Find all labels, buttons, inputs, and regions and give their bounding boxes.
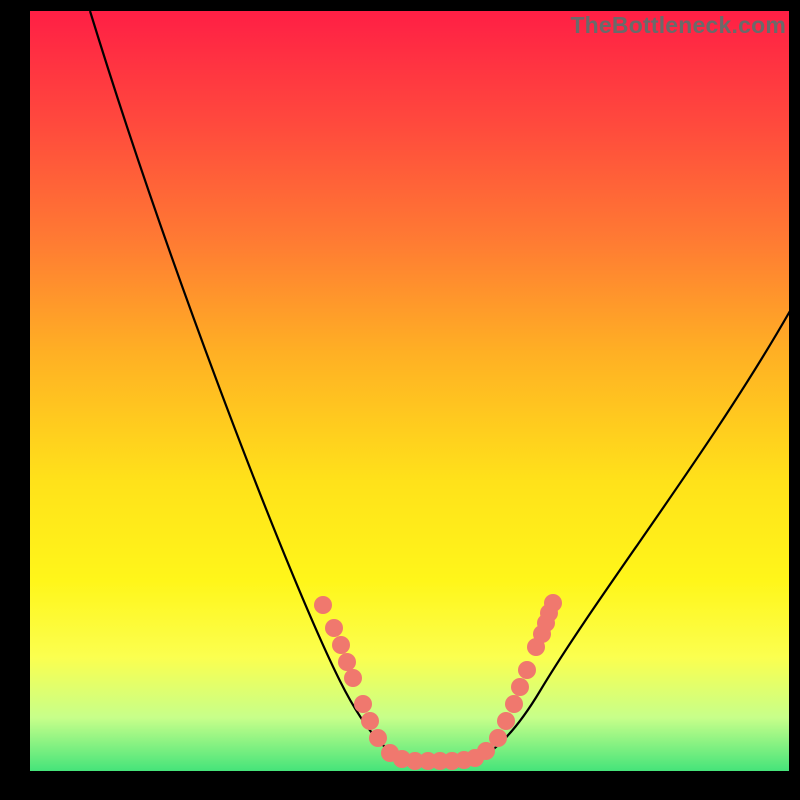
scatter-dot (497, 712, 515, 730)
scatter-dot (332, 636, 350, 654)
scatter-dot (505, 695, 523, 713)
scatter-dot (489, 729, 507, 747)
scatter-dot (511, 678, 529, 696)
scatter-dot (338, 653, 356, 671)
scatter-dot (344, 669, 362, 687)
chart-overlay (30, 11, 789, 771)
watermark-text: TheBottleneck.com (570, 12, 786, 39)
scatter-dots (314, 594, 562, 770)
scatter-dot (518, 661, 536, 679)
curve-left (90, 11, 410, 761)
chart-stage: TheBottleneck.com (0, 0, 800, 800)
scatter-dot (314, 596, 332, 614)
scatter-dot (361, 712, 379, 730)
scatter-dot (544, 594, 562, 612)
scatter-dot (354, 695, 372, 713)
scatter-dot (369, 729, 387, 747)
scatter-dot (325, 619, 343, 637)
